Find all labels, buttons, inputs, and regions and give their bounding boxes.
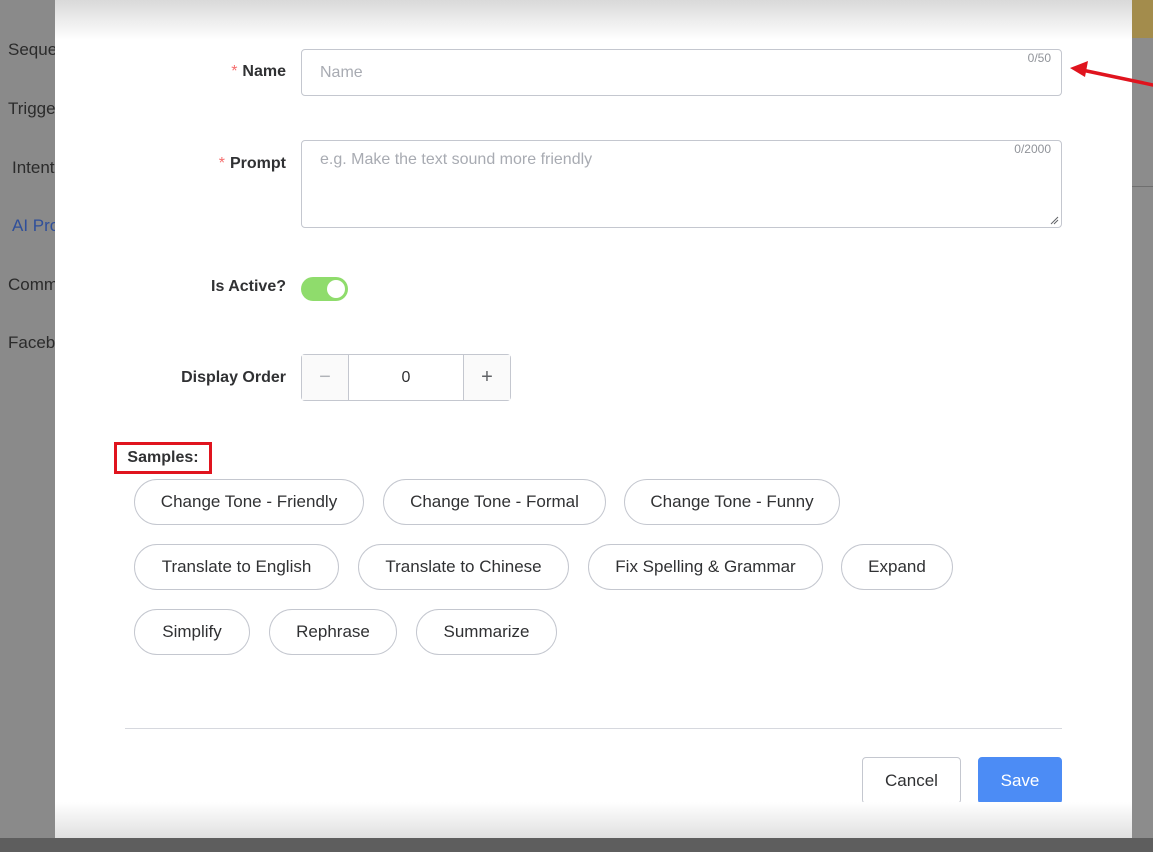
prompt-label-text: Prompt (230, 155, 286, 172)
ai-prompt-dialog: * Name Name 0/50 * Prompt e.g. Make the te… (55, 0, 1132, 838)
is-active-toggle[interactable] (301, 277, 348, 301)
background-content-edge (1132, 0, 1153, 852)
prompt-char-counter: 0/2000 (1014, 142, 1051, 156)
sample-chip-fix-spelling-grammar[interactable]: Fix Spelling & Grammar (588, 544, 823, 590)
save-button[interactable]: Save (978, 757, 1062, 804)
display-order-value[interactable]: 0 (349, 355, 463, 400)
name-placeholder: Name (320, 64, 363, 81)
sidebar-item-ai-prompts[interactable]: AI Pro (12, 216, 59, 236)
sample-chip-translate-english[interactable]: Translate to English (134, 544, 339, 590)
is-active-label: Is Active? (211, 278, 286, 295)
required-marker: * (218, 155, 225, 172)
name-label: * Name (231, 63, 286, 81)
name-label-text: Name (242, 63, 286, 80)
background-sidebar: Seque Trigge Intent AI Pro Comm Facebo (0, 0, 60, 852)
toggle-knob (327, 280, 345, 298)
decrement-button[interactable]: − (302, 355, 349, 400)
increment-button[interactable]: + (463, 355, 510, 400)
annotation-arrow-icon (1070, 61, 1153, 87)
sample-chip-change-tone-formal[interactable]: Change Tone - Formal (383, 479, 606, 525)
sidebar-item-facebook[interactable]: Facebo (8, 333, 60, 353)
sidebar-item-triggers[interactable]: Trigge (8, 99, 56, 119)
background-divider (1132, 186, 1153, 187)
required-marker: * (231, 63, 238, 80)
samples-heading: Samples: (114, 442, 212, 474)
dialog-bottom-shade (55, 802, 1132, 838)
sample-chip-expand[interactable]: Expand (841, 544, 953, 590)
sidebar-item-commands[interactable]: Comm (8, 275, 58, 295)
footer-divider (125, 728, 1062, 729)
sample-chip-change-tone-funny[interactable]: Change Tone - Funny (624, 479, 840, 525)
name-input[interactable]: Name 0/50 (301, 49, 1062, 96)
sidebar-item-intents[interactable]: Intent (12, 158, 55, 178)
resize-handle-icon[interactable] (1049, 215, 1059, 225)
display-order-stepper: − 0 + (301, 354, 511, 401)
prompt-placeholder: e.g. Make the text sound more friendly (320, 151, 593, 168)
cancel-button[interactable]: Cancel (862, 757, 961, 804)
prompt-textarea[interactable]: e.g. Make the text sound more friendly 0… (301, 140, 1062, 228)
background-header-edge (1132, 0, 1153, 38)
display-order-label: Display Order (181, 369, 286, 386)
sample-chip-rephrase[interactable]: Rephrase (269, 609, 397, 655)
sample-chip-change-tone-friendly[interactable]: Change Tone - Friendly (134, 479, 364, 525)
sample-chip-summarize[interactable]: Summarize (416, 609, 557, 655)
dialog-top-shade (55, 0, 1132, 40)
name-char-counter: 0/50 (1027, 51, 1051, 65)
sidebar-item-sequences[interactable]: Seque (8, 40, 57, 60)
background-footer-edge (0, 838, 1153, 852)
prompt-label: * Prompt (219, 155, 286, 173)
sample-chip-simplify[interactable]: Simplify (134, 609, 250, 655)
sample-chip-translate-chinese[interactable]: Translate to Chinese (358, 544, 569, 590)
